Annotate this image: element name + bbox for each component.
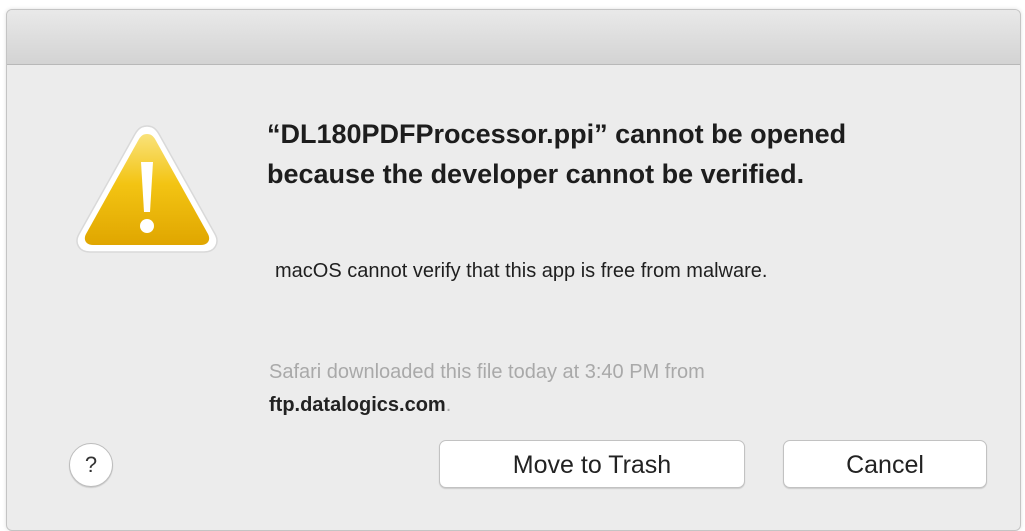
source-domain: ftp.datalogics.com	[269, 394, 446, 416]
alert-title: “DL180PDFProcessor.ppi” cannot be opened…	[267, 119, 847, 189]
source-suffix-text: .	[445, 394, 452, 416]
window-titlebar[interactable]	[7, 10, 1020, 65]
source-prefix-text: Safari downloaded this file today at 3:4…	[269, 361, 705, 383]
download-source-info: Safari downloaded this file today at 3:4…	[269, 356, 969, 422]
warning-triangle-icon	[76, 125, 218, 253]
move-to-trash-button[interactable]: Move to Trash	[439, 440, 745, 488]
cancel-button[interactable]: Cancel	[783, 440, 987, 488]
help-button[interactable]: ?	[69, 443, 113, 487]
alert-dialog: “DL180PDFProcessor.ppi” cannot be opened…	[6, 9, 1021, 531]
alert-message: macOS cannot verify that this app is fre…	[275, 260, 768, 282]
